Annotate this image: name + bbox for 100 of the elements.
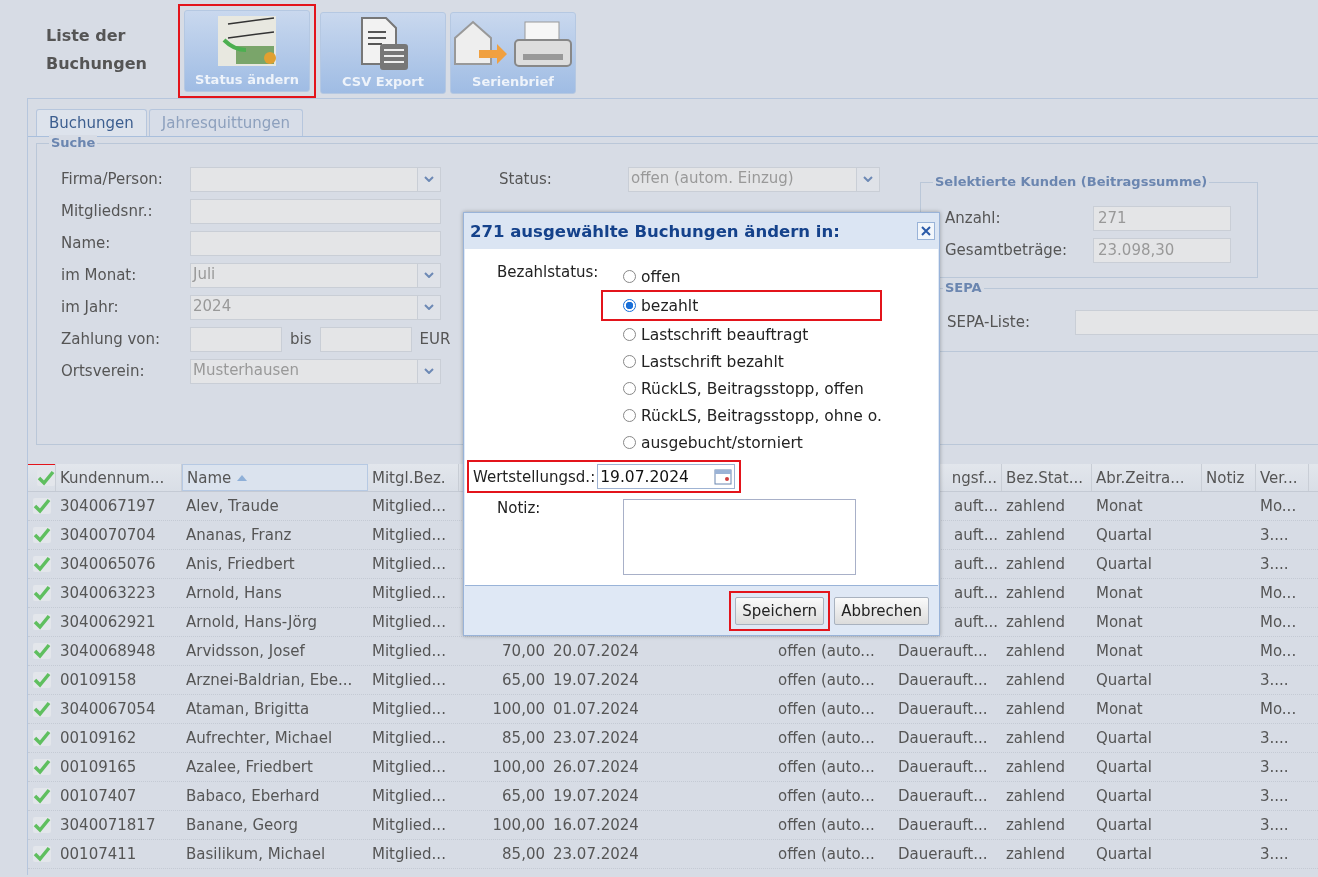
table-cell: Mitglied... (372, 497, 446, 515)
table-cell: 3.... (1260, 526, 1289, 544)
table-cell: 3040063223 (60, 584, 156, 602)
table-cell: 00109165 (60, 758, 137, 776)
date-field[interactable]: 19.07.2024 (597, 464, 736, 489)
table-cell: auft... (954, 497, 998, 515)
table-cell: Mitglied... (372, 584, 446, 602)
table-cell: zahlend (1006, 584, 1065, 602)
checkbox-checked[interactable] (33, 498, 51, 514)
close-button[interactable] (917, 222, 935, 240)
input-field[interactable] (1075, 309, 1318, 335)
text-area[interactable] (623, 499, 856, 575)
table-cell: Mitglied... (372, 729, 446, 747)
table-cell: 19.07.2024 (553, 671, 639, 689)
dropdown-field[interactable] (190, 166, 441, 192)
table-cell: zahlend (1006, 497, 1065, 515)
table-cell: Monat (1096, 700, 1143, 718)
column-header[interactable]: Notiz (1206, 468, 1245, 487)
dialog-button[interactable]: Speichern (735, 596, 825, 625)
field-label: SEPA-Liste: (947, 313, 1031, 331)
field-label: Mitgliedsnr.: (61, 202, 154, 220)
input-field[interactable] (319, 326, 412, 352)
sort-ascending-icon (237, 474, 248, 481)
table-cell: 23.07.2024 (553, 845, 639, 863)
table-cell: Dauerauft... (898, 758, 988, 776)
tab[interactable]: Buchungen (36, 109, 147, 136)
table-cell: offen (auto... (778, 671, 875, 689)
table-cell: 100,00 (492, 700, 545, 718)
input-field[interactable] (190, 326, 282, 352)
radio-option[interactable]: offen (623, 263, 882, 290)
table-cell: Quartal (1096, 671, 1152, 689)
table-cell: Quartal (1096, 787, 1152, 805)
checkbox-checked[interactable] (33, 614, 51, 630)
checkbox-checked[interactable] (33, 759, 51, 775)
checkbox-checked[interactable] (33, 846, 51, 862)
table-cell: 3040071817 (60, 816, 156, 834)
checkbox-checked[interactable] (33, 701, 51, 717)
table-cell: Dauerauft... (898, 671, 988, 689)
checkbox-checked[interactable] (33, 788, 51, 804)
table-cell: 3.... (1260, 816, 1289, 834)
table-cell: offen (auto... (778, 700, 875, 718)
table-cell: auft... (954, 526, 998, 544)
sorted-column-header[interactable]: Name (182, 464, 368, 491)
checkbox-checked[interactable] (33, 643, 51, 659)
table-cell: Arnold, Hans (186, 584, 282, 602)
column-header[interactable]: Bez.Stat... (1006, 468, 1083, 487)
table-cell: 23.07.2024 (553, 729, 639, 747)
checkbox-checked[interactable] (33, 585, 51, 601)
table-cell: 3.... (1260, 845, 1289, 863)
radio-option[interactable]: ausgebucht/storniert (623, 429, 882, 456)
table-cell: 3.... (1260, 671, 1289, 689)
checkbox-checked[interactable] (36, 469, 55, 486)
table-cell: Monat (1096, 584, 1143, 602)
table-cell: Dauerauft... (898, 787, 988, 805)
unit-label: EUR (418, 330, 451, 348)
input-field[interactable] (190, 198, 441, 224)
dialog-title: 271 ausgewählte Buchungen ändern in: (470, 221, 840, 241)
column-header[interactable]: Abr.Zeitra... (1096, 468, 1185, 487)
table-cell: 3040065076 (60, 555, 156, 573)
table-cell: Mitglied... (372, 758, 446, 776)
radio-option[interactable]: Lastschrift beauftragt (623, 321, 882, 348)
table-cell: 85,00 (502, 729, 545, 747)
table-cell: Arznei-Baldrian, Ebe... (186, 671, 353, 689)
radio-option[interactable]: RückLS, Beitragsstopp, ohne o. (623, 402, 882, 429)
column-header[interactable]: Ver... (1260, 468, 1298, 487)
table-cell: 3040067054 (60, 700, 156, 718)
table-cell: zahlend (1006, 642, 1065, 660)
checkbox-checked[interactable] (33, 556, 51, 572)
field-label: Bezahlstatus: (497, 263, 600, 281)
table-cell: 00107407 (60, 787, 137, 805)
column-header[interactable]: Kundennum... (60, 468, 165, 487)
table-cell: 00107411 (60, 845, 137, 863)
table-cell: 3.... (1260, 555, 1289, 573)
radio-option[interactable]: Lastschrift bezahlt (623, 348, 882, 375)
table-cell: 3.... (1260, 729, 1289, 747)
table-cell: zahlend (1006, 816, 1065, 834)
table-cell: Quartal (1096, 845, 1152, 863)
table-cell: 3040062921 (60, 613, 156, 631)
group-title: SEPA (943, 280, 984, 295)
table-cell: Mo... (1260, 584, 1297, 602)
table-cell: 00109158 (60, 671, 137, 689)
table-cell: Mitglied... (372, 613, 446, 631)
checkbox-checked[interactable] (33, 527, 51, 543)
checkbox-checked[interactable] (33, 730, 51, 746)
field-label: Name: (61, 234, 112, 252)
checkbox-checked[interactable] (33, 817, 51, 833)
field-label: Gesamtbeträge: (945, 241, 1069, 259)
field-label: Firma/Person: (61, 170, 164, 188)
table-cell: Monat (1096, 613, 1143, 631)
column-header[interactable]: Mitgl.Bez. (372, 468, 446, 487)
table-cell: offen (auto... (778, 642, 875, 660)
dialog-button[interactable]: Abbrechen (834, 596, 929, 625)
table-cell: Mitglied... (372, 555, 446, 573)
table-cell: Quartal (1096, 729, 1152, 747)
input-field[interactable] (190, 230, 441, 256)
field-label: Notiz: (497, 499, 542, 517)
radio-option[interactable]: bezahlt (623, 292, 699, 319)
checkbox-checked[interactable] (33, 672, 51, 688)
table-cell: Mo... (1260, 497, 1297, 515)
radio-option[interactable]: RückLS, Beitragsstopp, offen (623, 375, 882, 402)
